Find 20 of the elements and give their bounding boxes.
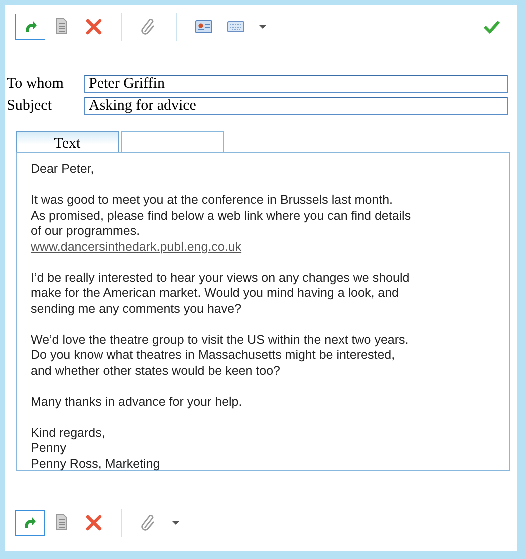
field-label: To whom	[6, 76, 65, 92]
paragraph: It was good to meet you at the conference in Brussels last month. As promised, please find below a web link where you can find details of our programmes. www.dancersinthedark.publ.eng.co.uk	[31, 193, 412, 255]
paragraph: I’d be really interested to hear your views on any changes we should make for the American market. Would you mind having a look, and sending me any comments you have?	[31, 270, 411, 317]
caret-icon	[259, 25, 267, 29]
toolbar-button[interactable]	[15, 14, 45, 40]
caret-icon	[172, 521, 180, 525]
paragraph: Kind regards, Penny Penny Ross, Marketing	[31, 426, 162, 472]
delete-icon	[84, 17, 104, 37]
paragraph: Dear Peter,	[31, 162, 96, 178]
paragraph: Many thanks in advance for your help.	[31, 394, 244, 410]
input-field[interactable]: Asking for advice	[84, 97, 508, 115]
input-field[interactable]: Peter Griffin	[84, 75, 508, 93]
tab[interactable]: Text	[16, 131, 119, 153]
paragraph: We’d love the theatre group to visit the US within the next two years. Do you know what theatres in Massachusetts might be interested, and whether other states would be keen too?	[31, 332, 410, 379]
tab[interactable]	[121, 131, 224, 153]
field-label: Subject	[6, 98, 53, 114]
delete-icon	[84, 513, 104, 533]
toolbar-button[interactable]	[15, 510, 45, 536]
web-link[interactable]: www.dancersinthedark.publ.eng.co.uk	[31, 240, 242, 254]
message-body[interactable]	[16, 152, 510, 471]
